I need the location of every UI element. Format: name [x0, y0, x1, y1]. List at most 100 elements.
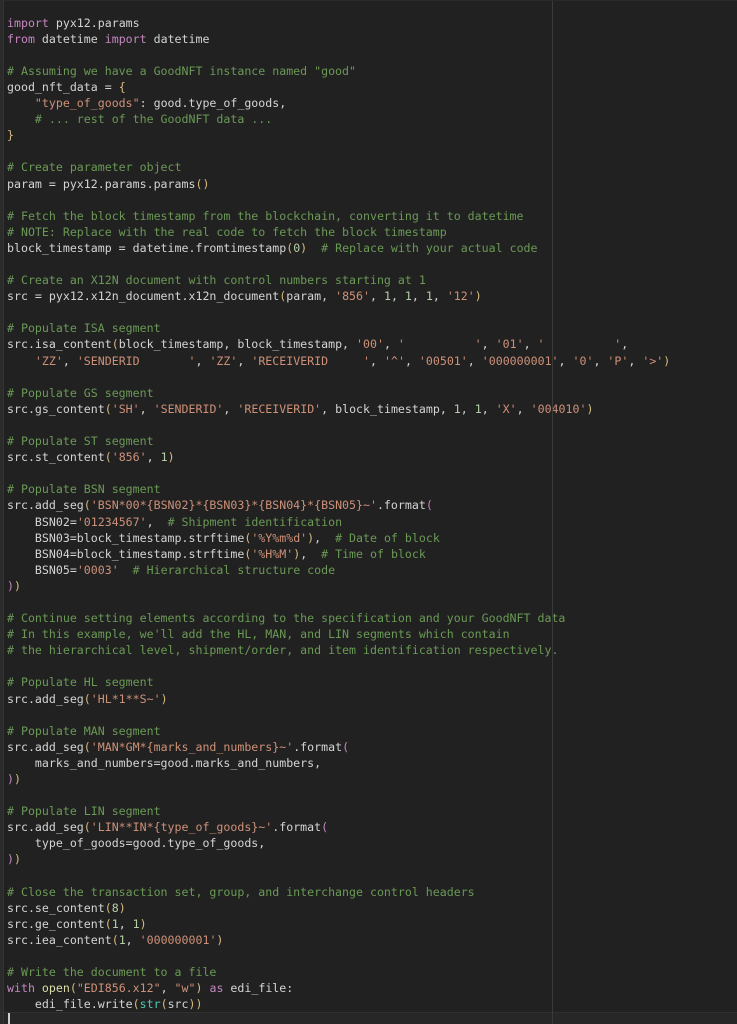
code-line[interactable]: src.iea_content(1, '000000001'): [0, 932, 737, 948]
code-line[interactable]: # Close the transaction set, group, and …: [0, 884, 737, 900]
code-line[interactable]: # Populate ST segment: [0, 433, 737, 449]
code-line[interactable]: BSN02='01234567', # Shipment identificat…: [0, 514, 737, 530]
code-token: datetime: [34, 31, 105, 46]
code-token: 1: [132, 916, 140, 931]
code-line[interactable]: ​: [0, 47, 737, 63]
code-token: src: [167, 997, 189, 1012]
code-line[interactable]: BSN04=block_timestamp.strftime('%H%M'), …: [0, 546, 737, 562]
code-token: (: [132, 997, 140, 1012]
code-line[interactable]: # Write the document to a file: [0, 964, 737, 980]
code-line[interactable]: src.st_content('856', 1): [0, 449, 737, 465]
code-token: ' ': [537, 337, 622, 352]
code-line[interactable]: # Populate MAN segment: [0, 723, 737, 739]
code-token: # Time of block: [321, 546, 426, 561]
code-line[interactable]: )): [0, 771, 737, 787]
code-line[interactable]: # Continue setting elements according to…: [0, 610, 737, 626]
code-line[interactable]: # Fetch the block timestamp from the blo…: [0, 208, 737, 224]
code-line[interactable]: }: [0, 127, 737, 143]
code-line[interactable]: from datetime import datetime: [0, 31, 737, 47]
code-token: ,: [481, 337, 496, 352]
code-line[interactable]: src.ge_content(1, 1): [0, 916, 737, 932]
code-line[interactable]: ​: [0, 304, 737, 320]
code-line[interactable]: marks_and_numbers=good.marks_and_numbers…: [0, 755, 737, 771]
code-line[interactable]: ​: [0, 787, 737, 803]
code-line[interactable]: src.add_seg('HL*1**S~'): [0, 691, 737, 707]
code-line[interactable]: # Assuming we have a GoodNFT instance na…: [0, 63, 737, 79]
code-line[interactable]: import pyx12.params: [0, 15, 737, 31]
code-line[interactable]: src.se_content(8): [0, 900, 737, 916]
code-line[interactable]: good_nft_data = {: [0, 79, 737, 95]
code-token: '01': [495, 337, 524, 352]
code-line[interactable]: src.add_seg('BSN*00*{BSN02}*{BSN03}*{BSN…: [0, 497, 737, 513]
code-line[interactable]: with open("EDI856.x12", "w") as edi_file…: [0, 980, 737, 996]
code-line[interactable]: ​: [0, 707, 737, 723]
code-line[interactable]: # Populate BSN segment: [0, 481, 737, 497]
code-token: 1: [425, 289, 433, 304]
code-token: ): [118, 900, 126, 915]
code-line[interactable]: # Create an X12N document with control n…: [0, 272, 737, 288]
code-token: (: [104, 401, 112, 416]
code-token: '>': [642, 353, 664, 368]
code-line[interactable]: block_timestamp = datetime.fromtimestamp…: [0, 240, 737, 256]
code-line[interactable]: src.add_seg('LIN**IN*{type_of_goods}~'.f…: [0, 819, 737, 835]
code-line[interactable]: # Populate GS segment: [0, 385, 737, 401]
code-line[interactable]: src.isa_content(block_timestamp, block_t…: [0, 336, 737, 352]
code-token: src.se_content: [7, 900, 105, 915]
code-line[interactable]: src = pyx12.x12n_document.x12n_document(…: [0, 288, 737, 304]
code-line[interactable]: # Populate HL segment: [0, 674, 737, 690]
code-editor[interactable]: import pyx12.params from datetime import …: [0, 0, 737, 1024]
code-line[interactable]: # the hierarchical level, shipment/order…: [0, 642, 737, 658]
code-line[interactable]: ​: [0, 256, 737, 272]
code-line[interactable]: ​: [0, 658, 737, 674]
code-line[interactable]: edi_file.write(str(src)): [0, 996, 737, 1012]
code-line[interactable]: BSN03=block_timestamp.strftime('%Y%m%d')…: [0, 530, 737, 546]
code-token: ,: [160, 981, 175, 996]
code-line[interactable]: )): [0, 578, 737, 594]
code-token: str: [139, 997, 161, 1012]
code-line[interactable]: ​: [0, 465, 737, 481]
code-token: 'MAN*GM*{marks_and_numbers}~': [90, 739, 294, 754]
code-line[interactable]: param = pyx12.params.params(): [0, 176, 737, 192]
code-token: '00': [356, 337, 384, 352]
code-line[interactable]: # Populate LIN segment: [0, 803, 737, 819]
code-line[interactable]: type_of_goods=good.type_of_goods,: [0, 835, 737, 851]
code-line[interactable]: # ... rest of the GoodNFT data ...: [0, 111, 737, 127]
code-token: as: [209, 981, 224, 996]
code-line[interactable]: ​: [0, 594, 737, 610]
code-line[interactable]: # Create parameter object: [0, 159, 737, 175]
code-token: 1: [404, 289, 412, 304]
code-line[interactable]: # In this example, we'll add the HL, MAN…: [0, 626, 737, 642]
code-line[interactable]: BSN05='0003' # Hierarchical structure co…: [0, 562, 737, 578]
code-line[interactable]: ​: [0, 143, 737, 159]
code-line[interactable]: "type_of_goods": good.type_of_goods,: [0, 95, 737, 111]
code-token: ): [7, 772, 14, 786]
code-line[interactable]: ​: [0, 192, 737, 208]
code-line[interactable]: ​: [0, 369, 737, 385]
code-line[interactable]: ​: [0, 1012, 737, 1024]
code-token: # Populate GS segment: [7, 385, 154, 400]
code-token: .format: [272, 820, 322, 835]
code-token: '%Y%m%d': [251, 530, 308, 545]
code-token: ,: [139, 401, 154, 416]
code-line[interactable]: ​: [0, 868, 737, 884]
code-line[interactable]: # Populate ISA segment: [0, 320, 737, 336]
code-token: BSN03=block_timestamp.strftime: [7, 530, 245, 545]
code-line[interactable]: src.add_seg('MAN*GM*{marks_and_numbers}~…: [0, 739, 737, 755]
code-token: 'BSN*00*{BSN02}*{BSN03}*{BSN04}*{BSN05}~…: [90, 498, 377, 513]
code-token: # In this example, we'll add the HL, MAN…: [7, 627, 510, 642]
code-line[interactable]: ​: [0, 417, 737, 433]
code-line[interactable]: ​: [0, 948, 737, 964]
code-line[interactable]: )): [0, 851, 737, 867]
code-token: # Populate ISA segment: [7, 321, 161, 336]
code-token: ,: [628, 353, 643, 368]
code-token: '^': [383, 353, 405, 368]
code-token: BSN02=: [7, 514, 77, 529]
code-line[interactable]: src.gs_content('SH', 'SENDERID', 'RECEIV…: [0, 401, 737, 417]
code-content[interactable]: import pyx12.params from datetime import …: [0, 12, 737, 1024]
code-line[interactable]: 'ZZ', 'SENDERID ', 'ZZ', 'RECEIVERID ', …: [0, 353, 737, 369]
code-token: edi_file.write: [7, 997, 133, 1012]
code-token: '000000001': [481, 353, 559, 368]
code-line[interactable]: # NOTE: Replace with the real code to fe…: [0, 224, 737, 240]
